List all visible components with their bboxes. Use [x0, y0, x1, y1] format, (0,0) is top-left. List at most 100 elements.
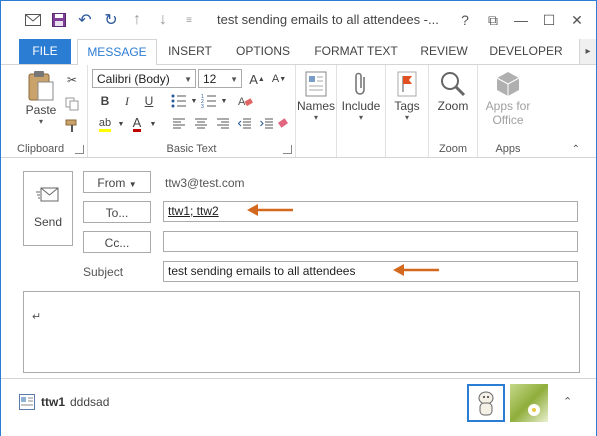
save-icon[interactable]: [49, 10, 69, 30]
clipboard-group: Paste ▾ ✂ Clipboard: [1, 65, 88, 157]
tab-developer[interactable]: DEVELOPER: [485, 39, 567, 64]
contact-card-icon: [19, 394, 35, 410]
title-bar: ↶ ↻ ↑ ↓ ≡ test sending emails to all att…: [1, 1, 596, 39]
tab-scroll-right-icon[interactable]: ▸: [579, 39, 596, 64]
font-size-combo[interactable]: 12 ▼: [198, 69, 242, 88]
subject-field[interactable]: test sending emails to all attendees: [163, 261, 578, 282]
tab-review[interactable]: REVIEW: [415, 39, 473, 64]
maximize-button[interactable]: ☐: [535, 12, 563, 29]
close-button[interactable]: ✕: [563, 12, 591, 29]
names-label: Names: [296, 99, 335, 113]
tab-options[interactable]: OPTIONS: [229, 39, 297, 64]
zoom-button[interactable]: Zoom: [429, 69, 477, 113]
next-item-icon[interactable]: ↓: [153, 10, 173, 30]
redo-icon[interactable]: ↻: [101, 10, 121, 30]
align-center-icon[interactable]: [192, 115, 210, 133]
clear-formatting-icon[interactable]: A: [236, 92, 254, 110]
zoom-group: Zoom Zoom: [429, 65, 478, 157]
chevron-down-icon: ▼: [128, 180, 137, 189]
expand-people-pane-icon[interactable]: ⌃: [563, 395, 572, 408]
italic-button[interactable]: I: [118, 92, 136, 110]
from-button[interactable]: From ▼: [83, 171, 151, 193]
decrease-indent-icon[interactable]: [236, 115, 254, 133]
include-button[interactable]: Include ▾: [337, 69, 385, 122]
ribbon-display-options-button[interactable]: ⧉: [479, 12, 507, 29]
to-field[interactable]: ttw1; ttw2: [163, 201, 578, 222]
mail-window-icon: [23, 10, 43, 30]
undo-icon[interactable]: ↶: [75, 10, 95, 30]
bold-button[interactable]: B: [96, 92, 114, 110]
chevron-down-icon: ▾: [404, 113, 409, 122]
copy-icon[interactable]: [63, 95, 81, 113]
contact-name[interactable]: ttw1: [41, 395, 65, 409]
collapse-ribbon-icon[interactable]: ⌃: [572, 144, 580, 155]
window-title: test sending emails to all attendees -..…: [217, 12, 439, 27]
customize-qat-icon[interactable]: ≡: [179, 10, 199, 30]
eraser-icon[interactable]: [274, 115, 292, 133]
zoom-label: Zoom: [437, 99, 469, 113]
align-left-icon[interactable]: [170, 115, 188, 133]
chevron-down-icon: ▾: [358, 113, 363, 122]
names-group: Names ▾: [296, 65, 337, 157]
message-body-editor[interactable]: ↵: [23, 291, 580, 373]
flag-icon: [392, 69, 422, 99]
subject-label: Subject: [83, 265, 124, 279]
outlook-message-window: ↶ ↻ ↑ ↓ ≡ test sending emails to all att…: [0, 0, 597, 436]
chevron-down-icon[interactable]: ▼: [215, 92, 233, 110]
basic-text-group-label: Basic Text: [166, 143, 217, 155]
align-right-icon[interactable]: [214, 115, 232, 133]
names-button[interactable]: Names ▾: [296, 69, 336, 122]
flower-photo-icon: [528, 404, 540, 416]
shrink-font-icon[interactable]: A ▼: [270, 70, 288, 88]
basic-text-dialog-launcher-icon[interactable]: [283, 145, 292, 154]
format-painter-icon[interactable]: [63, 117, 81, 135]
minimize-button[interactable]: —: [507, 12, 535, 28]
cartoon-avatar-icon: [478, 391, 494, 416]
tab-file[interactable]: FILE: [19, 39, 71, 64]
grow-font-icon[interactable]: A ▲: [248, 70, 266, 88]
font-name-combo[interactable]: Calibri (Body) ▼: [92, 69, 196, 88]
contact-status: dddsad: [70, 395, 110, 409]
to-recipients[interactable]: ttw1; ttw2: [168, 204, 219, 218]
clipboard-dialog-launcher-icon[interactable]: [75, 145, 84, 154]
chevron-down-icon: ▾: [313, 113, 318, 122]
cc-button[interactable]: Cc...: [83, 231, 151, 253]
apps-for-office-label: Apps for Office: [485, 99, 531, 127]
subject-annotation-arrow: [393, 264, 439, 276]
apps-for-office-button[interactable]: Apps for Office: [478, 69, 538, 127]
ribbon-tabs: FILE MESSAGE INSERT OPTIONS FORMAT TEXT …: [1, 39, 596, 66]
highlight-letters: ab: [98, 117, 112, 132]
from-button-label: From: [97, 176, 126, 190]
underline-button[interactable]: U: [140, 92, 158, 110]
tab-insert[interactable]: INSERT: [161, 39, 219, 64]
to-button[interactable]: To...: [83, 201, 151, 223]
cut-icon[interactable]: ✂: [63, 71, 81, 89]
send-button[interactable]: Send: [23, 171, 73, 246]
people-pane: ttw1 dddsad ⌃: [1, 378, 596, 436]
tags-group: Tags ▾: [386, 65, 429, 157]
address-book-icon: [301, 69, 331, 99]
paperclip-icon: [346, 69, 376, 99]
previous-item-icon[interactable]: ↑: [127, 10, 147, 30]
apps-group-label: Apps: [495, 143, 521, 155]
avatar-selected[interactable]: [467, 384, 505, 422]
include-group: Include ▾: [337, 65, 386, 157]
chevron-down-icon: ▼: [230, 75, 238, 84]
tags-button[interactable]: Tags ▾: [386, 69, 428, 122]
help-button[interactable]: ?: [451, 12, 479, 28]
ribbon: Paste ▾ ✂ Clipboard Calibri (Body) ▼ 12 …: [1, 65, 596, 158]
chevron-down-icon: ▼: [184, 75, 192, 84]
paste-button[interactable]: Paste ▾: [19, 69, 63, 126]
paste-dropdown-icon: ▾: [38, 117, 43, 126]
paste-label: Paste: [25, 103, 57, 117]
cc-field[interactable]: [163, 231, 578, 252]
tab-format-text[interactable]: FORMAT TEXT: [307, 39, 405, 64]
tab-message[interactable]: MESSAGE: [77, 39, 157, 66]
basic-text-group: Calibri (Body) ▼ 12 ▼ A ▲ A ▼ B I U ▼ 123 …: [88, 65, 296, 157]
quick-access-toolbar: ↶ ↻ ↑ ↓ ≡: [23, 10, 205, 30]
chevron-down-icon[interactable]: ▼: [144, 115, 162, 133]
send-envelope-icon: [24, 186, 72, 207]
avatar-flower[interactable]: [510, 384, 548, 422]
svg-text:3: 3: [201, 104, 204, 108]
include-label: Include: [341, 99, 381, 113]
